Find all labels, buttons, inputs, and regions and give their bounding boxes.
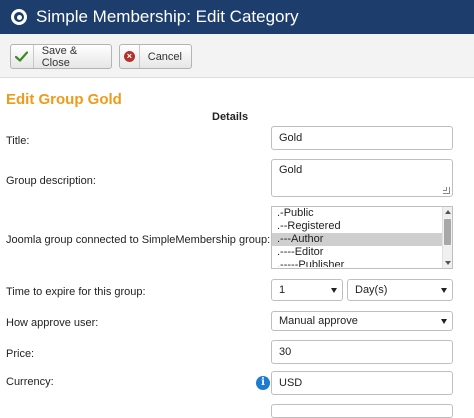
joomla-group-listbox[interactable]: .-Public .--Registered .---Author .----E…: [271, 206, 453, 269]
description-label: Group description:: [6, 175, 96, 187]
title-input[interactable]: Gold: [271, 126, 453, 150]
next-field-input[interactable]: [271, 404, 453, 418]
toolbar: Save & Close × Cancel: [0, 34, 474, 78]
joomla-group-option[interactable]: .----Editor: [272, 246, 442, 259]
currency-input[interactable]: USD: [271, 371, 453, 395]
chevron-down-icon: [441, 288, 447, 293]
joomla-group-label: Joomla group connected to SimpleMembersh…: [6, 234, 271, 246]
scroll-thumb[interactable]: [444, 219, 451, 245]
description-value: Gold: [279, 164, 303, 176]
expire-amount-value: 1: [279, 284, 286, 296]
approve-label: How approve user:: [6, 317, 99, 329]
joomla-group-option[interactable]: .-Public: [272, 207, 442, 220]
info-icon[interactable]: i: [256, 376, 270, 390]
listbox-scrollbar[interactable]: [442, 207, 452, 268]
expire-unit-select[interactable]: Day(s): [347, 279, 453, 301]
chevron-down-icon: [331, 288, 337, 293]
joomla-group-option[interactable]: .-----Publisher: [272, 259, 442, 267]
expire-unit-value: Day(s): [355, 284, 388, 296]
currency-label: Currency:: [6, 376, 54, 388]
chevron-down-icon: [441, 319, 447, 324]
cancel-label: Cancel: [147, 50, 182, 63]
scroll-up-icon[interactable]: [445, 210, 451, 214]
approve-select[interactable]: Manual approve: [271, 311, 453, 331]
section-title: Details: [212, 111, 249, 123]
save-close-label: Save & Close: [41, 44, 78, 69]
check-icon: [11, 45, 34, 68]
save-close-button[interactable]: Save & Close: [10, 44, 112, 69]
title-label: Title:: [6, 135, 30, 147]
app-header: Simple Membership: Edit Category: [0, 0, 474, 34]
cancel-button[interactable]: × Cancel: [119, 44, 192, 69]
price-input[interactable]: 30: [271, 340, 453, 364]
joomla-group-option[interactable]: .--Registered: [272, 220, 442, 233]
expire-label: Time to expire for this group:: [6, 286, 146, 298]
resize-handle[interactable]: [443, 187, 450, 194]
approve-value: Manual approve: [279, 315, 358, 327]
expire-amount-select[interactable]: 1: [271, 279, 343, 301]
category-icon: [11, 9, 27, 25]
page-title: Edit Group Gold: [6, 91, 122, 108]
joomla-group-option-selected[interactable]: .---Author: [272, 233, 442, 246]
scroll-down-icon[interactable]: [445, 261, 451, 265]
page-header-title: Simple Membership: Edit Category: [36, 7, 299, 26]
cancel-icon: ×: [120, 45, 140, 68]
description-textarea[interactable]: Gold: [271, 159, 453, 197]
price-label: Price:: [6, 348, 35, 360]
